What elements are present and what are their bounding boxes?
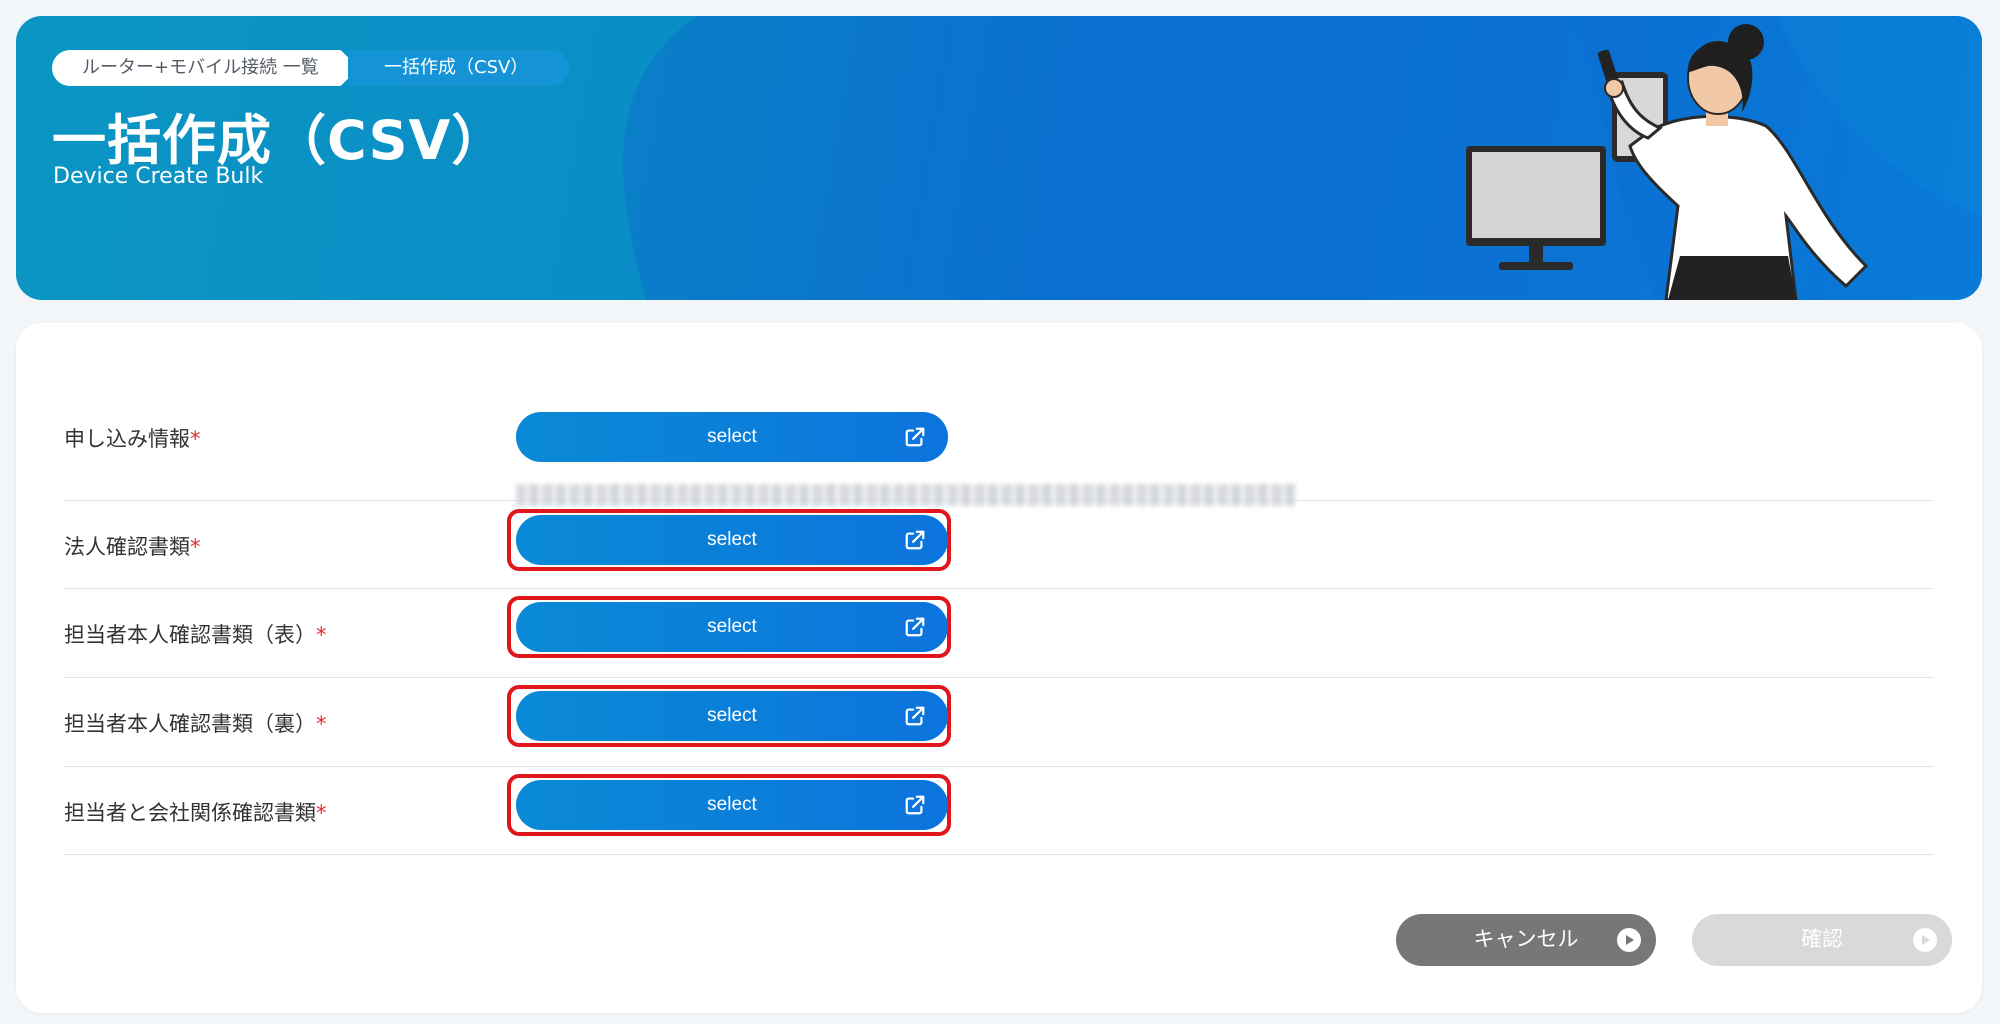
field-label-person-id-front: 担当者本人確認書類（表）*: [64, 619, 327, 649]
select-button-label: select: [707, 705, 757, 726]
select-application-info-button[interactable]: select: [516, 412, 948, 462]
select-company-relationship-button[interactable]: select: [516, 780, 948, 830]
field-label-text: 申し込み情報: [64, 427, 190, 451]
external-link-icon: [905, 617, 925, 637]
required-mark: *: [316, 801, 327, 825]
field-label-company-relationship: 担当者と会社関係確認書類*: [64, 797, 327, 827]
play-circle-icon: [1913, 928, 1937, 952]
field-label-text: 担当者と会社関係確認書類: [64, 801, 316, 825]
page-subtitle: Device Create Bulk: [53, 164, 264, 189]
page-header-banner: ルーター+モバイル接続 一覧 一括作成（CSV） 一括作成（CSV） Devic…: [16, 16, 1982, 300]
select-button-label: select: [707, 426, 757, 447]
required-mark: *: [190, 535, 201, 559]
breadcrumb-item-list[interactable]: ルーター+モバイル接続 一覧: [52, 50, 359, 86]
play-circle-icon: [1617, 928, 1641, 952]
form-row-corporate-verification: 法人確認書類* select: [64, 500, 1934, 589]
select-person-id-front-button[interactable]: select: [516, 602, 948, 652]
select-button-label: select: [707, 616, 757, 637]
required-mark: *: [316, 623, 327, 647]
cancel-button[interactable]: キャンセル: [1396, 914, 1656, 966]
field-label-text: 担当者本人確認書類（裏）: [64, 712, 316, 736]
field-label-corporate-verification: 法人確認書類*: [64, 531, 201, 561]
select-corporate-verification-button[interactable]: select: [516, 515, 948, 565]
external-link-icon: [905, 706, 925, 726]
required-mark: *: [190, 427, 201, 451]
required-mark: *: [316, 712, 327, 736]
form-row-company-relationship: 担当者と会社関係確認書類* select: [64, 766, 1934, 855]
field-label-text: 担当者本人確認書類（表）: [64, 623, 316, 647]
external-link-icon: [905, 427, 925, 447]
confirm-button[interactable]: 確認: [1692, 914, 1952, 966]
businesswoman-illustration: [1466, 24, 1869, 300]
breadcrumb-item-current: 一括作成（CSV）: [348, 50, 569, 86]
select-button-label: select: [707, 529, 757, 550]
select-button-label: select: [707, 794, 757, 815]
upload-form-card: 申し込み情報* select 法人確認書類* select 担当者本人確認書類（…: [16, 323, 1982, 1013]
form-row-application-info: 申し込み情報* select: [64, 367, 1934, 506]
form-row-person-id-front: 担当者本人確認書類（表）* select: [64, 588, 1934, 678]
external-link-icon: [905, 530, 925, 550]
field-label-text: 法人確認書類: [64, 535, 190, 559]
field-label-application-info: 申し込み情報*: [64, 423, 201, 453]
select-person-id-back-button[interactable]: select: [516, 691, 948, 741]
field-label-person-id-back: 担当者本人確認書類（裏）*: [64, 708, 327, 738]
form-row-person-id-back: 担当者本人確認書類（裏）* select: [64, 677, 1934, 767]
external-link-icon: [905, 795, 925, 815]
